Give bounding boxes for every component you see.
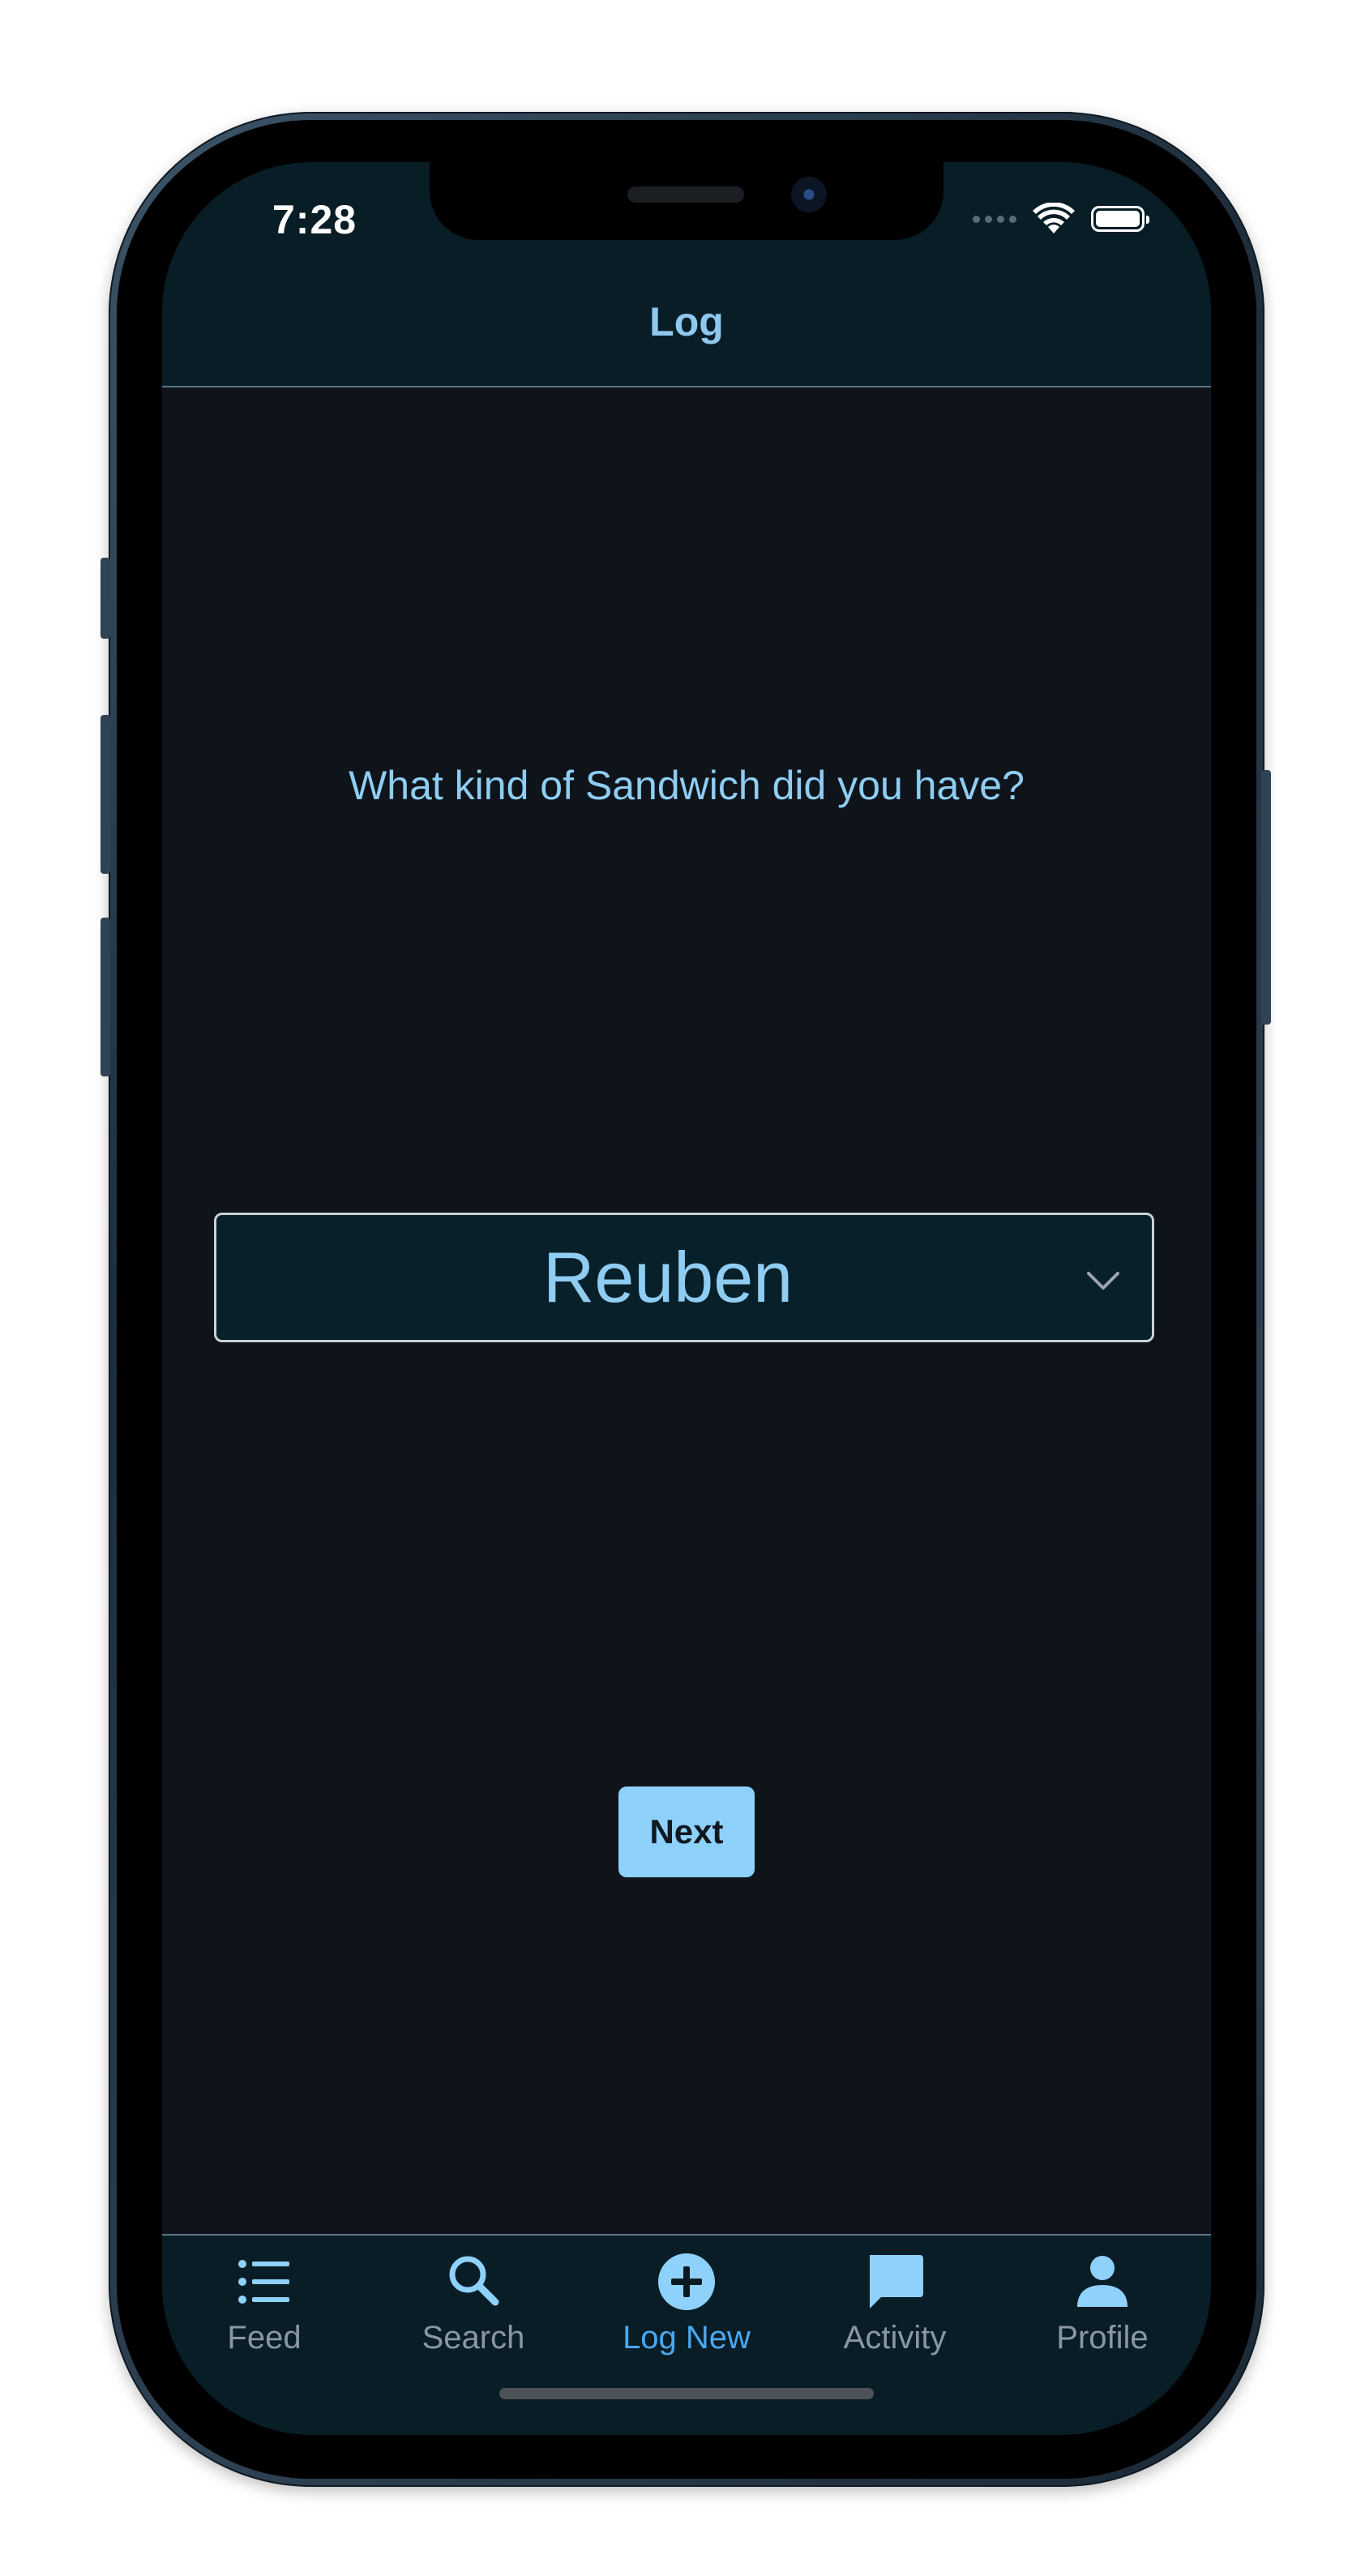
tab-activity[interactable]: Activity <box>806 2250 984 2364</box>
chevron-down-icon <box>1087 1272 1119 1290</box>
status-icons <box>973 203 1149 235</box>
sandwich-question: What kind of Sandwich did you have? <box>349 763 1025 808</box>
tab-activity-label: Activity <box>843 2320 947 2356</box>
person-icon <box>1077 2256 1128 2307</box>
app-screen: 7:28 Log What kind of Sandwich did you h… <box>162 162 1211 2435</box>
wifi-icon <box>1033 203 1075 233</box>
bottom-tab-bar: Feed Search Log New Activity Profile <box>162 2234 1211 2435</box>
chat-bubble-icon <box>870 2255 923 2309</box>
front-camera <box>791 177 827 212</box>
tab-log-new-label: Log New <box>623 2320 751 2356</box>
volume-up-button <box>101 715 110 874</box>
list-icon <box>238 2260 289 2304</box>
battery-icon <box>1091 206 1149 232</box>
tab-search-label: Search <box>421 2320 525 2356</box>
home-indicator[interactable] <box>499 2388 874 2399</box>
tab-log-new[interactable]: Log New <box>597 2250 776 2364</box>
cellular-signal-icon <box>973 215 1016 223</box>
tab-profile[interactable]: Profile <box>1013 2250 1192 2364</box>
plus-circle-icon <box>658 2253 715 2310</box>
volume-down-button <box>101 918 110 1076</box>
power-button <box>1261 770 1271 1025</box>
next-button[interactable]: Next <box>618 1787 755 1877</box>
tab-profile-label: Profile <box>1056 2320 1149 2356</box>
tab-feed-label: Feed <box>227 2320 302 2356</box>
page-title: Log <box>649 299 724 344</box>
tab-search[interactable]: Search <box>384 2250 563 2364</box>
sandwich-type-value: Reuben <box>542 1237 794 1317</box>
search-icon <box>449 2256 499 2306</box>
earpiece-speaker <box>627 186 744 203</box>
tab-feed[interactable]: Feed <box>175 2250 353 2364</box>
sandwich-type-select[interactable]: Reuben <box>214 1213 1154 1342</box>
device-notch <box>430 162 944 240</box>
status-time: 7:28 <box>272 197 357 242</box>
mute-switch <box>101 558 110 639</box>
